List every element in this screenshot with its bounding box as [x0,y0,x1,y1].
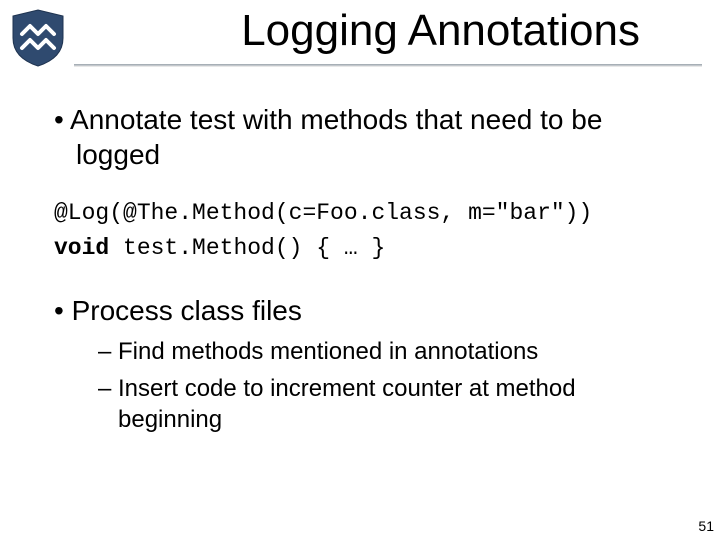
shield-logo-icon [8,8,68,68]
code-block: @Log(@The.Method(c=Foo.class, m="bar")) … [54,196,680,265]
code-line-1: @Log(@The.Method(c=Foo.class, m="bar")) [54,200,592,226]
bullet-annotate: Annotate test with methods that need to … [40,102,680,172]
slide-header: Logging Annotations [0,0,720,72]
subbullet-insert: Insert code to increment counter at meth… [40,373,680,435]
title-underline [74,64,702,66]
slide-title: Logging Annotations [150,6,700,56]
bullet-process: Process class files [40,293,680,328]
page-number: 51 [698,518,714,534]
code-keyword-void: void [54,235,109,261]
subbullet-find: Find methods mentioned in annotations [40,336,680,367]
code-line-2-rest: test.Method() { … } [109,235,385,261]
slide-body: Annotate test with methods that need to … [0,90,720,540]
